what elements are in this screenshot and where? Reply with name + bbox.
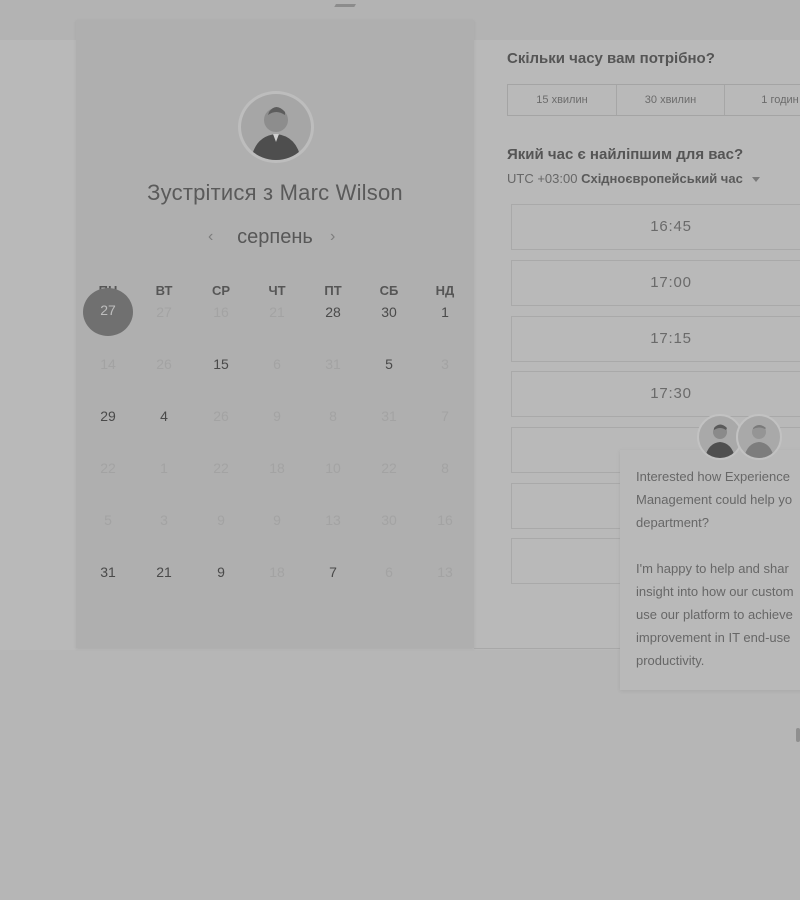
weekday-wed: СР: [211, 283, 231, 298]
calendar-day[interactable]: 21: [249, 302, 305, 322]
calendar-day[interactable]: 1: [417, 302, 473, 322]
calendar-day[interactable]: 8: [417, 458, 473, 478]
calendar-day[interactable]: 9: [249, 510, 305, 530]
chat-message: Interested how Experience Management cou…: [636, 469, 794, 668]
duration-option-15[interactable]: 15 хвилин: [508, 85, 617, 115]
calendar-day[interactable]: 9: [193, 562, 249, 582]
weekday-tue: ВТ: [155, 283, 173, 298]
chevron-right-icon[interactable]: ›: [330, 228, 335, 246]
calendar-day[interactable]: 4: [136, 406, 192, 426]
calendar-day[interactable]: 1: [136, 458, 192, 478]
calendar-day[interactable]: 16: [417, 510, 473, 530]
person-icon: [705, 424, 735, 458]
calendar-day[interactable]: 31: [361, 406, 417, 426]
calendar-day-selected[interactable]: 27: [83, 288, 133, 336]
timezone-selector[interactable]: UTC +03:00 Східноєвропейський час: [507, 171, 761, 186]
calendar-day[interactable]: 6: [249, 354, 305, 374]
calendar-day[interactable]: 22: [361, 458, 417, 478]
calendar-day[interactable]: 22: [193, 458, 249, 478]
scroll-handle[interactable]: [796, 728, 800, 742]
calendar-day[interactable]: 5: [361, 354, 417, 374]
weekday-sat: СБ: [379, 283, 399, 298]
duration-tabs: 15 хвилин 30 хвилин 1 годин: [507, 84, 800, 116]
time-question: Який час є найліпшим для вас?: [507, 146, 744, 163]
month-label: серпень: [237, 226, 313, 248]
time-slot[interactable]: 17:00: [511, 260, 800, 306]
time-slot[interactable]: 17:30: [511, 371, 800, 417]
calendar-day[interactable]: 31: [305, 354, 361, 374]
calendar-day[interactable]: 7: [305, 562, 361, 582]
calendar-day[interactable]: 15: [193, 354, 249, 374]
calendar-day[interactable]: 9: [193, 510, 249, 530]
calendar-day[interactable]: 21: [136, 562, 192, 582]
weekday-fri: ПТ: [324, 283, 342, 298]
calendar-day[interactable]: 5: [80, 510, 136, 530]
month-navigator: ‹ серпень ›: [200, 226, 350, 252]
duration-option-60[interactable]: 1 годин: [725, 85, 800, 115]
duration-option-30[interactable]: 30 хвилин: [617, 85, 725, 115]
calendar-day[interactable]: 6: [361, 562, 417, 582]
calendar-day[interactable]: 30: [361, 510, 417, 530]
calendar-day[interactable]: 8: [305, 406, 361, 426]
timezone-offset: UTC +03:00: [507, 171, 578, 186]
host-title: Зустрітися з Marc Wilson: [147, 180, 403, 205]
time-slot[interactable]: 16:45: [511, 204, 800, 250]
calendar-day[interactable]: 18: [249, 458, 305, 478]
calendar-day[interactable]: 26: [193, 406, 249, 426]
calendar-day[interactable]: 16: [193, 302, 249, 322]
calendar-day[interactable]: 13: [305, 510, 361, 530]
calendar-day[interactable]: 7: [417, 406, 473, 426]
weekday-thu: ЧТ: [268, 283, 286, 298]
calendar-day[interactable]: 3: [136, 510, 192, 530]
calendar-day[interactable]: 14: [80, 354, 136, 374]
chat-agent-avatar: [736, 414, 782, 460]
calendar-day[interactable]: 3: [417, 354, 473, 374]
calendar-day[interactable]: 27: [136, 302, 192, 322]
calendar-day[interactable]: 29: [80, 406, 136, 426]
calendar-day[interactable]: 10: [305, 458, 361, 478]
caret-down-icon: [752, 177, 761, 183]
host-avatar: [238, 91, 314, 163]
calendar-day[interactable]: 28: [305, 302, 361, 322]
calendar-day[interactable]: 18: [249, 562, 305, 582]
calendar-day[interactable]: 22: [80, 458, 136, 478]
timezone-name: Східноєвропейський час: [581, 171, 743, 186]
calendar-day[interactable]: 13: [417, 562, 473, 582]
calendar-day[interactable]: 30: [361, 302, 417, 322]
person-icon: [744, 425, 774, 458]
time-slot[interactable]: 17:15: [511, 316, 800, 362]
person-icon: [251, 107, 301, 160]
calendar-day[interactable]: 9: [249, 406, 305, 426]
calendar-day[interactable]: 26: [136, 354, 192, 374]
weekday-sun: НД: [435, 283, 455, 298]
duration-question: Скільки часу вам потрібно?: [507, 50, 715, 67]
calendar-day[interactable]: 31: [80, 562, 136, 582]
